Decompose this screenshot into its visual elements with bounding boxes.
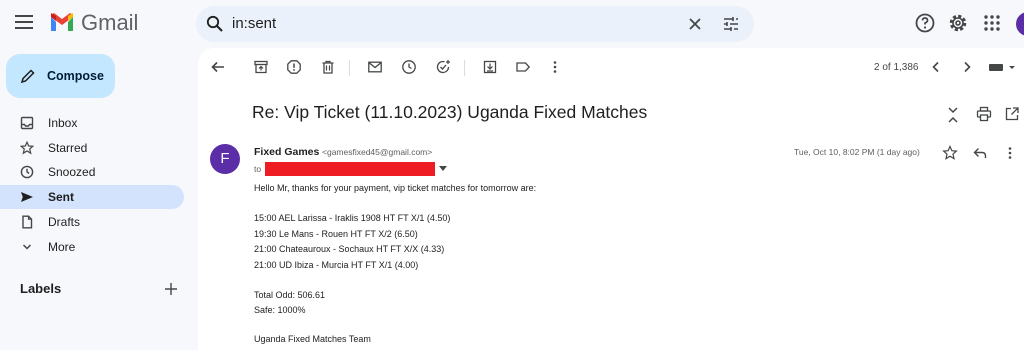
sidebar-item-inbox[interactable]: Inbox (0, 111, 184, 135)
inbox-icon (20, 116, 34, 130)
redacted-recipient (265, 162, 436, 176)
sidebar-item-sent[interactable]: Sent (0, 185, 184, 209)
draft-icon (20, 215, 34, 229)
main-menu-icon[interactable] (12, 10, 36, 34)
reply-icon[interactable] (972, 145, 988, 161)
sidebar-item-label: Sent (48, 190, 75, 204)
newer-chevron-left-icon[interactable] (929, 59, 943, 75)
body-match-line: 21:00 UD Ibiza - Murcia HT FT X/1 (4.00) (254, 260, 419, 270)
recipient-details-caret-icon[interactable] (439, 166, 448, 172)
message-date: Tue, Oct 10, 8:02 PM (1 day ago) (794, 147, 920, 157)
more-options-icon[interactable] (547, 59, 563, 75)
sidebar-item-label: More (48, 240, 76, 254)
recipient-line: to (254, 162, 448, 176)
gmail-m-icon (49, 13, 75, 33)
sidebar-item-starred[interactable]: Starred (0, 136, 184, 160)
toolbar-divider (464, 60, 465, 76)
send-icon (20, 190, 34, 204)
sidebar-item-label: Drafts (48, 215, 81, 229)
open-in-new-window-icon[interactable] (1004, 106, 1020, 122)
pagination-count: 2 of 1,386 (874, 62, 919, 73)
message-more-icon[interactable] (1002, 145, 1018, 161)
older-chevron-right-icon[interactable] (960, 59, 974, 75)
body-match-line: 19:30 Le Mans - Rouen HT FT X/2 (6.50) (254, 229, 418, 239)
account-avatar[interactable] (1016, 12, 1024, 36)
app-name: Gmail (81, 10, 139, 35)
body-safe: Safe: 1000% (254, 305, 306, 315)
body-match-line: 21:00 Chateauroux - Sochaux HT FT X/X (4… (254, 244, 445, 254)
chevron-down-icon (20, 240, 34, 254)
add-label-icon[interactable] (163, 281, 179, 297)
apps-grid-icon[interactable] (981, 12, 1003, 34)
compose-button[interactable]: Compose (6, 54, 115, 98)
add-task-icon[interactable] (435, 59, 451, 75)
back-arrow-icon[interactable] (210, 59, 226, 75)
sender-name[interactable]: Fixed Games (254, 146, 319, 158)
clear-search-icon[interactable] (686, 15, 704, 33)
body-signature: Uganda Fixed Matches Team (254, 334, 371, 344)
labels-heading: Labels (20, 281, 62, 296)
move-to-icon[interactable] (482, 59, 498, 75)
compose-label: Compose (47, 69, 104, 83)
star-icon (20, 141, 34, 155)
input-tools-keyboard-icon[interactable] (987, 59, 1019, 75)
archive-icon[interactable] (253, 59, 269, 75)
sender-avatar[interactable]: F (210, 144, 240, 174)
star-message-icon[interactable] (942, 145, 958, 161)
help-icon[interactable] (914, 12, 936, 34)
email-subject: Re: Vip Ticket (11.10.2023) Uganda Fixed… (252, 102, 648, 122)
sidebar-item-snoozed[interactable]: Snoozed (0, 160, 184, 184)
settings-gear-icon[interactable] (947, 12, 969, 34)
search-input[interactable] (232, 6, 632, 42)
collapse-all-icon[interactable] (946, 106, 960, 124)
sidebar-item-drafts[interactable]: Drafts (0, 210, 184, 234)
body-total-odd: Total Odd: 506.61 (254, 290, 326, 300)
to-label: to (254, 164, 262, 174)
search-options-icon[interactable] (722, 15, 740, 33)
label-icon[interactable] (515, 59, 531, 75)
clock-icon (20, 165, 34, 179)
body-greeting: Hello Mr, thanks for your payment, vip t… (254, 183, 537, 193)
sender-email: <gamesfixed45@gmail.com> (322, 147, 433, 157)
trash-icon[interactable] (320, 59, 336, 75)
gmail-logo[interactable]: Gmail (49, 10, 138, 36)
mark-unread-icon[interactable] (367, 59, 383, 75)
sidebar-item-more[interactable]: More (0, 235, 184, 259)
report-spam-icon[interactable] (286, 59, 302, 75)
sidebar-item-label: Starred (48, 141, 88, 155)
search-icon[interactable] (206, 15, 224, 33)
sidebar-item-label: Inbox (48, 116, 78, 130)
pencil-icon (20, 68, 36, 84)
message-panel: 2 of 1,386 Re: Vip Ticket (11.10.2023) U… (198, 48, 1024, 350)
sidebar-item-label: Snoozed (48, 165, 96, 179)
print-icon[interactable] (976, 106, 992, 122)
search-bar[interactable] (196, 6, 754, 42)
body-match-line: 15:00 AEL Larissa - Iraklis 1908 HT FT X… (254, 213, 451, 223)
snooze-clock-icon[interactable] (401, 59, 417, 75)
toolbar-divider (349, 60, 350, 76)
